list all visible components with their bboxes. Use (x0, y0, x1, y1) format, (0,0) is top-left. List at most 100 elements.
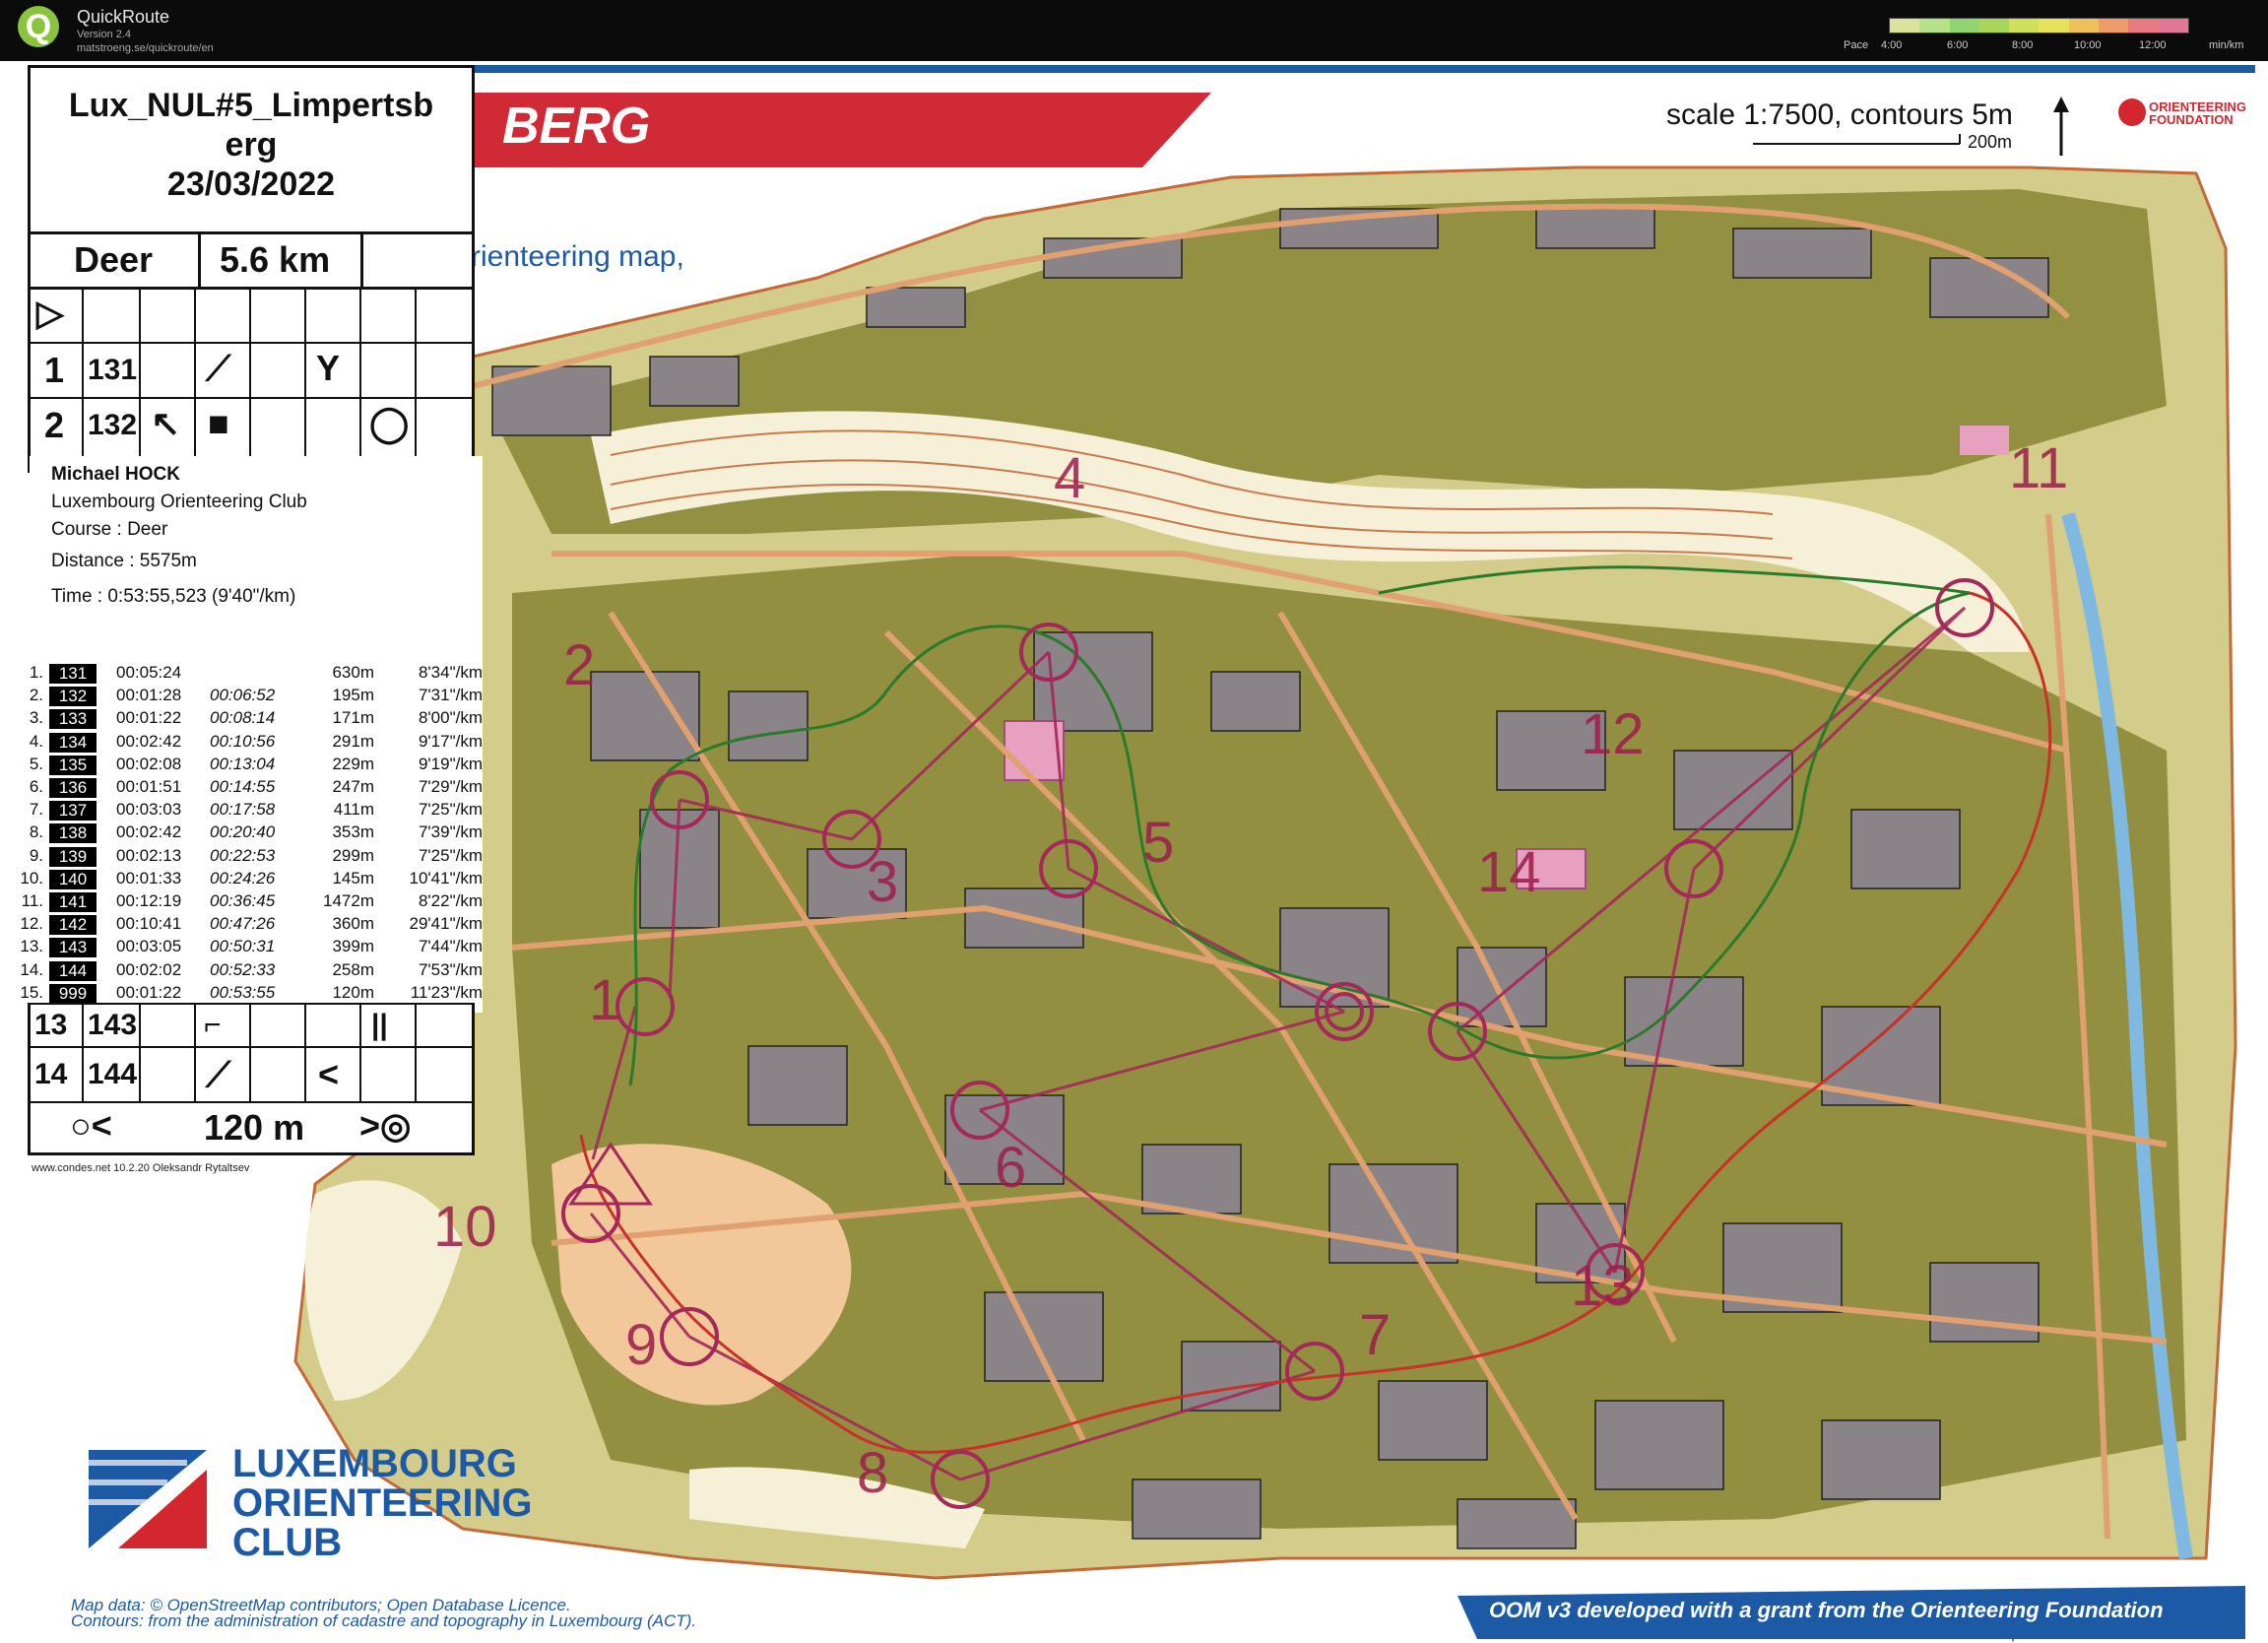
split-cumulative-time: 00:24:26 (210, 868, 276, 887)
condes-credit: www.condes.net 10.2.20 Oleksandr Rytalts… (32, 1162, 250, 1174)
runner-distance: Distance : 5575m (51, 551, 197, 571)
split-distance: 1472m (323, 891, 374, 910)
split-cumulative-time: 00:10:56 (210, 731, 276, 751)
split-row[interactable]: 2. 132 00:01:28 00:06:52 195m 7'31"/km (30, 686, 483, 708)
pace-color-swatch (1919, 19, 1950, 33)
control-number: 1 (589, 968, 621, 1032)
split-cumulative-time: 00:36:45 (210, 891, 276, 910)
split-index: 11. (21, 891, 43, 910)
split-row[interactable]: 7. 137 00:03:03 00:17:58 411m 7'25"/km (30, 800, 483, 822)
card-row-number: 1 (44, 350, 65, 390)
card-row-code: 131 (88, 354, 138, 386)
pace-tick: 10:00 (2074, 39, 2102, 51)
split-distance: 120m (332, 982, 374, 1002)
split-row[interactable]: 14. 144 00:02:02 00:52:33 258m 7'53"/km (20, 960, 483, 983)
split-pace: 7'29"/km (418, 777, 483, 796)
pace-tick: 12:00 (2139, 39, 2167, 51)
split-row[interactable]: 5. 135 00:02:08 00:13:04 229m 9'19"/km (30, 755, 483, 777)
of-logo-text: ORIENTEERING FOUNDATION (2149, 99, 2246, 127)
split-pace: 8'22"/km (418, 891, 483, 910)
split-row[interactable]: 12. 142 00:10:41 00:47:26 360m 29'41"/km (20, 914, 483, 937)
split-distance: 399m (332, 937, 374, 956)
pace-color-swatch (2158, 19, 2188, 33)
split-pace: 7'31"/km (418, 686, 483, 705)
split-time: 00:02:08 (116, 754, 182, 773)
circle-feature-icon: ◯ (369, 403, 410, 443)
split-distance: 630m (332, 663, 374, 682)
pace-unit: min/km (2209, 39, 2244, 51)
split-control-code: 143 (49, 938, 97, 958)
card-row-code: 143 (88, 1009, 138, 1041)
split-control-code: 140 (49, 869, 97, 889)
split-row[interactable]: 4. 134 00:02:42 00:10:56 291m 9'17"/km (30, 732, 483, 755)
split-row[interactable]: 1. 131 00:05:24 630m 8'34"/km (30, 663, 483, 686)
pace-color-swatch (2039, 19, 2069, 33)
split-row[interactable]: 8. 138 00:02:42 00:20:40 353m 7'39"/km (30, 822, 483, 845)
map-scale: scale 1:7500, contours 5m (1666, 99, 2013, 131)
slope-line-icon: ⟋ (206, 1054, 231, 1094)
control-number: 11 (2009, 436, 2069, 500)
split-distance: 145m (332, 868, 374, 887)
split-row[interactable]: 11. 141 00:12:19 00:36:45 1472m 8'22"/km (22, 891, 483, 914)
split-cumulative-time: 00:20:40 (210, 822, 276, 842)
split-cumulative-time: 00:22:53 (210, 845, 276, 865)
split-pace: 7'25"/km (418, 800, 483, 820)
split-index: 3. (29, 708, 43, 728)
control-description-card: Lux_NUL#5_Limpertsb erg 23/03/2022 Deer … (28, 65, 475, 473)
control-number: 5 (1142, 811, 1175, 875)
control-number: 3 (867, 850, 899, 914)
pace-color-legend (1889, 18, 2189, 33)
split-index: 12. (20, 914, 43, 934)
split-row[interactable]: 10. 140 00:01:33 00:24:26 145m 10'41"/km (20, 868, 483, 891)
split-distance: 195m (332, 686, 374, 705)
start-triangle-icon: ▷ (36, 293, 64, 333)
split-index: 6. (29, 777, 43, 796)
split-cumulative-time: 00:50:31 (210, 937, 276, 956)
map-credits: Map data: © OpenStreetMap contributors; … (71, 1596, 696, 1630)
path-fork-icon: Y (316, 348, 341, 388)
split-time: 00:03:05 (116, 937, 182, 956)
split-control-code: 133 (49, 709, 97, 730)
pace-color-swatch (2009, 19, 2040, 33)
control-number: 8 (857, 1441, 889, 1505)
split-control-code: 144 (49, 960, 97, 981)
app-version: Version 2.4 (77, 29, 132, 40)
map-subtitle: rienteering map, (471, 240, 684, 273)
split-index: 14. (20, 959, 43, 979)
split-time: 00:03:03 (116, 800, 182, 820)
split-control-code: 131 (49, 664, 97, 684)
split-row[interactable]: 3. 133 00:01:22 00:08:14 171m 8'00"/km (30, 708, 483, 731)
split-index: 10. (20, 868, 43, 887)
split-time: 00:01:51 (116, 777, 182, 796)
split-time: 00:10:41 (116, 914, 182, 934)
pace-label: Pace (1844, 39, 1869, 51)
split-index: 5. (29, 754, 43, 773)
map-banner-text: BERG (502, 98, 651, 155)
split-time: 00:02:42 (116, 731, 182, 751)
split-cumulative-time: 00:53:55 (210, 982, 276, 1002)
pace-color-swatch (2068, 19, 2100, 33)
split-distance: 171m (332, 708, 374, 728)
split-cumulative-time: 00:06:52 (210, 686, 276, 705)
runner-club: Luxembourg Orienteering Club (51, 492, 307, 512)
split-control-code: 138 (49, 823, 97, 844)
direction-arrow-icon: ↖ (151, 403, 181, 443)
split-control-code: 142 (49, 915, 97, 936)
card-title: Lux_NUL#5_Limpertsb erg 23/03/2022 (68, 87, 434, 203)
split-row[interactable]: 6. 136 00:01:51 00:14:55 247m 7'29"/km (30, 777, 483, 800)
split-index: 13. (20, 937, 43, 956)
split-control-code: 135 (49, 755, 97, 775)
split-index: 15. (20, 982, 43, 1002)
app-url[interactable]: matstroeng.se/quickroute/en (77, 42, 214, 54)
split-row[interactable]: 13. 143 00:03:05 00:50:31 399m 7'44"/km (20, 937, 483, 959)
runner-course: Course : Deer (51, 519, 168, 540)
split-control-code: 139 (49, 846, 97, 867)
app-header: Q QuickRoute Version 2.4 matstroeng.se/q… (0, 0, 2268, 61)
split-row[interactable]: 9. 139 00:02:13 00:22:53 299m 7'25"/km (30, 846, 483, 869)
loc-logo-mark (89, 1450, 207, 1548)
steps-icon: ⌐ (204, 1009, 222, 1041)
split-time: 00:02:13 (116, 845, 182, 865)
quickroute-logo: Q (18, 6, 59, 47)
pace-tick: 8:00 (2012, 39, 2034, 51)
split-control-code: 136 (49, 778, 97, 798)
